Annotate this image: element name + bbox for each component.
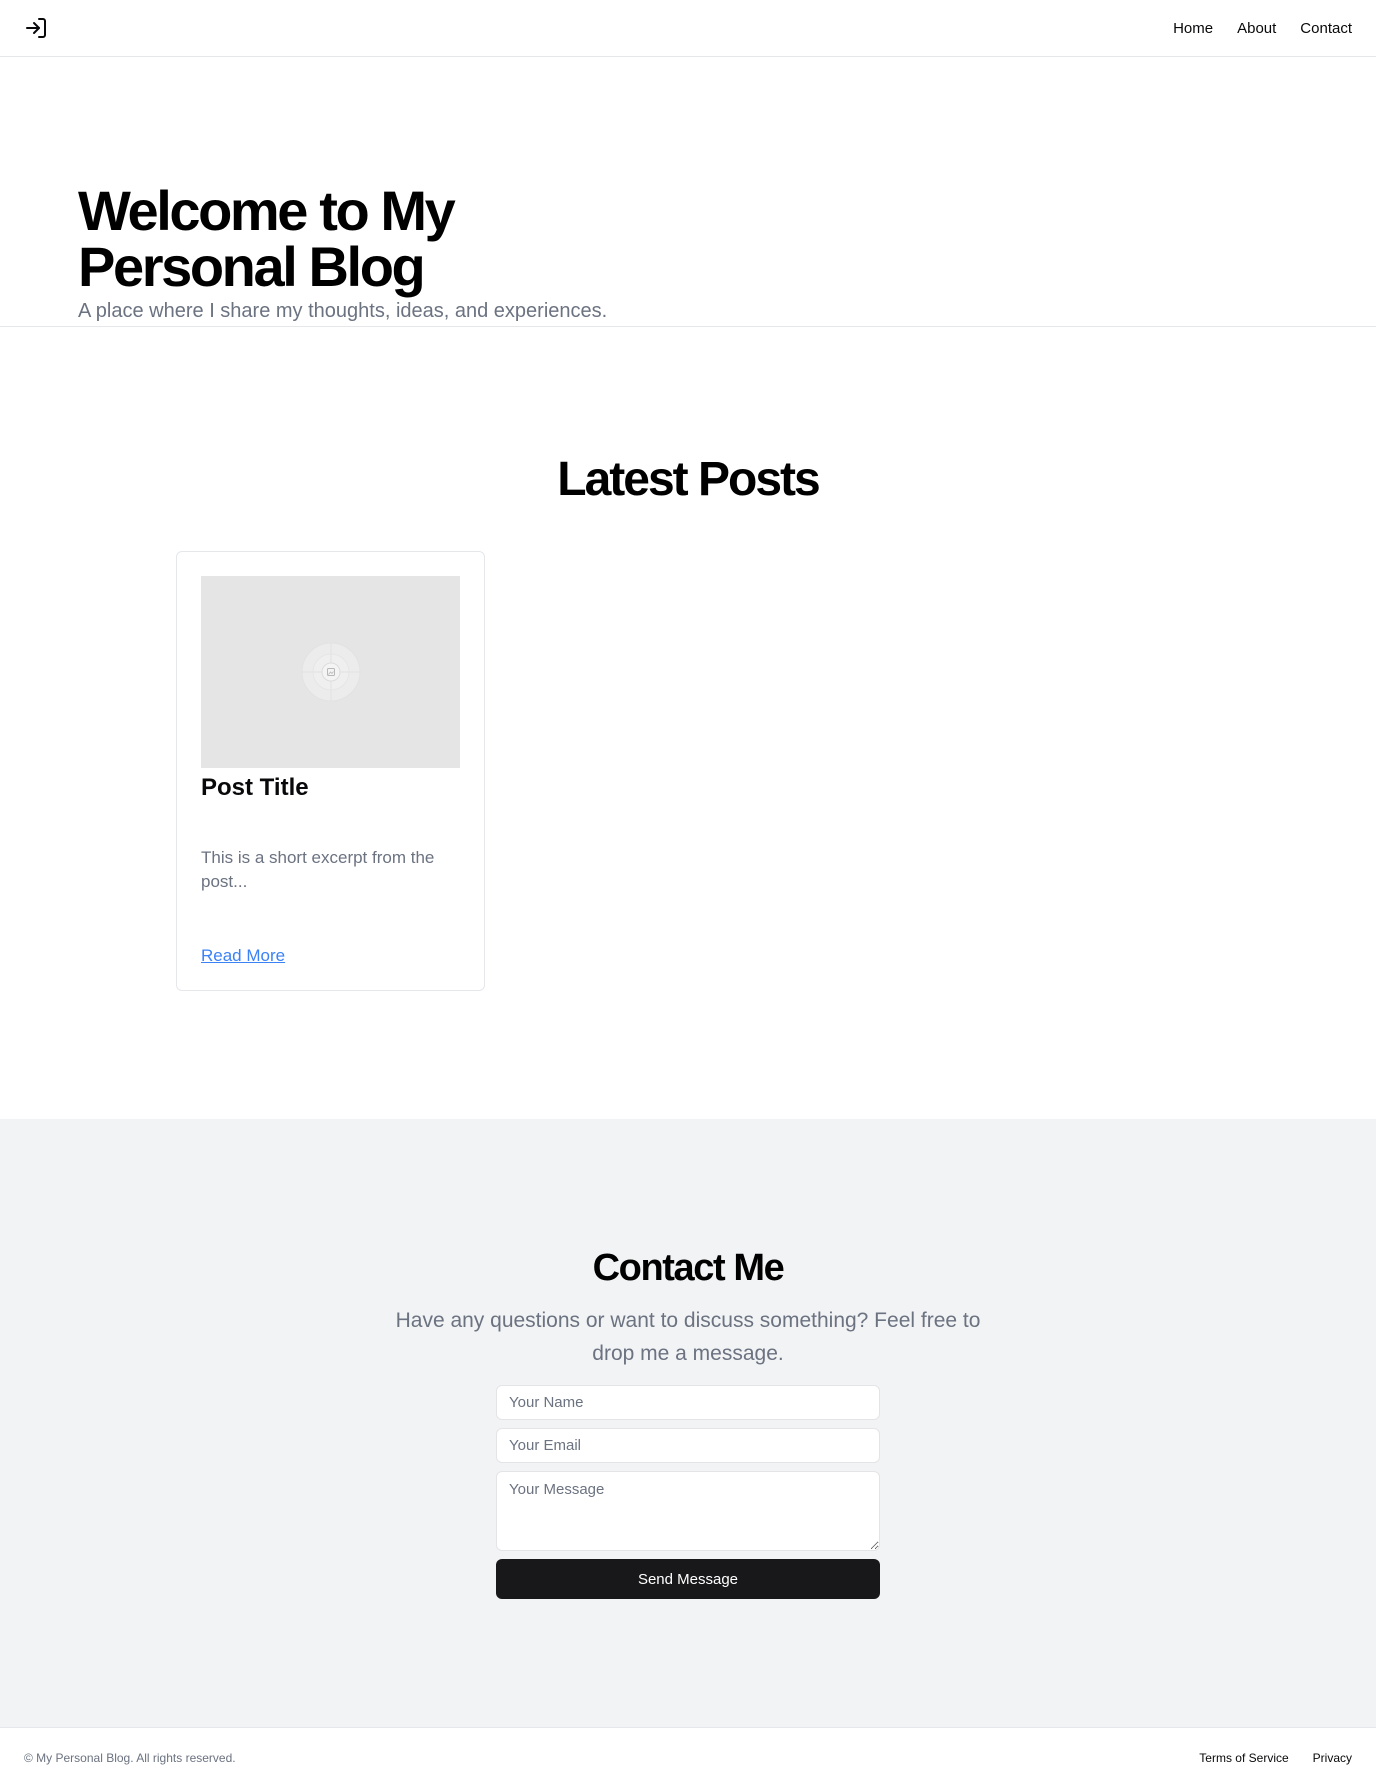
terms-of-service-link[interactable]: Terms of Service [1199,1750,1288,1766]
post-image [201,576,460,768]
footer-nav: Terms of Service Privacy [1199,1750,1352,1766]
site-footer: © My Personal Blog. All rights reserved.… [0,1727,1376,1792]
post-excerpt: This is a short excerpt from the post... [201,848,435,891]
nav-home-link[interactable]: Home [1173,20,1213,37]
hero-section: Welcome to My Personal Blog A place wher… [0,57,1376,327]
site-header: Home About Contact [0,0,1376,57]
log-in-icon[interactable] [24,16,48,40]
contact-section: Contact Me Have any questions or want to… [0,1119,1376,1727]
read-more-link[interactable]: Read More [201,944,285,968]
email-input[interactable] [496,1428,880,1463]
message-textarea[interactable] [496,1471,880,1551]
hero-subtitle: A place where I share my thoughts, ideas… [78,300,608,322]
copyright-text: © My Personal Blog. All rights reserved. [24,1751,236,1765]
privacy-link[interactable]: Privacy [1313,1750,1352,1766]
latest-posts-title: Latest Posts [557,453,820,506]
send-message-button[interactable]: Send Message [496,1559,880,1599]
post-card: Post Title This is a short excerpt from … [176,551,485,991]
post-title: Post Title [201,774,309,801]
name-input[interactable] [496,1385,880,1420]
main-nav: Home About Contact [1173,0,1352,56]
hero-title: Welcome to My Personal Blog [78,179,456,298]
contact-subtitle: Have any questions or want to discuss so… [395,1309,981,1365]
contact-title: Contact Me [592,1247,785,1289]
nav-about-link[interactable]: About [1237,20,1276,37]
nav-contact-link[interactable]: Contact [1300,20,1352,37]
image-placeholder-icon [301,642,361,702]
